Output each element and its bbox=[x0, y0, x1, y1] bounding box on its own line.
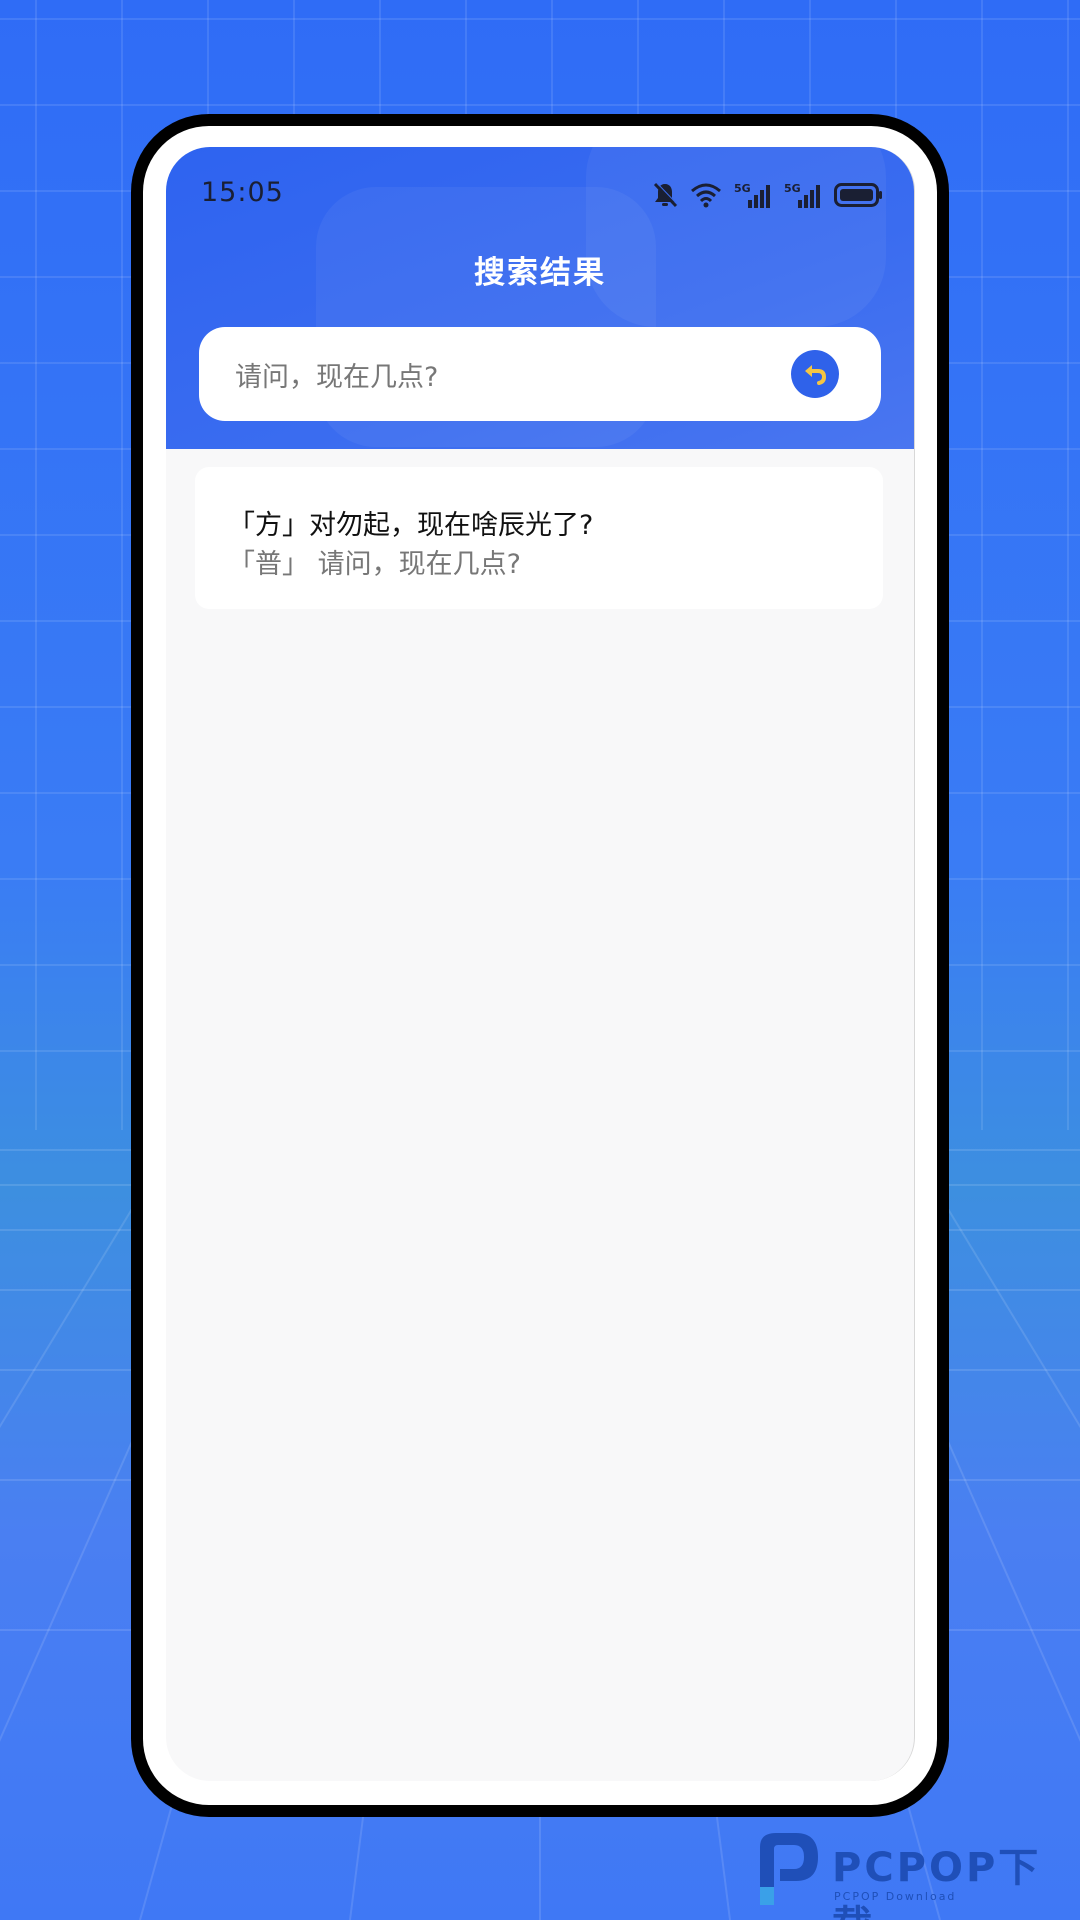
page-title: 搜索结果 bbox=[474, 255, 606, 291]
search-query[interactable]: 请问，现在几点? bbox=[235, 355, 438, 394]
battery-icon bbox=[834, 183, 882, 207]
mandarin-line: 「普」 请问，现在几点? bbox=[228, 549, 521, 580]
app-screen: 15:05 5G 5G 搜索结果 请问，现在几点? 「方」对勿起，现在啥辰光了?… bbox=[166, 147, 915, 1781]
back-arrow-icon bbox=[805, 365, 827, 385]
pcpop-logo-icon bbox=[760, 1833, 818, 1905]
signal-5g-icon: 5G bbox=[734, 182, 770, 208]
bell-off-icon bbox=[653, 182, 678, 208]
phone-frame: 15:05 5G 5G 搜索结果 请问，现在几点? 「方」对勿起，现在啥辰光了?… bbox=[131, 114, 949, 1817]
svg-text:5G: 5G bbox=[734, 182, 751, 195]
status-icons: 5G 5G bbox=[652, 181, 884, 209]
watermark: PCPOP下载 PCPOP Download bbox=[752, 1825, 1080, 1920]
status-time: 15:05 bbox=[201, 177, 284, 208]
promo-background: 15:05 5G 5G 搜索结果 请问，现在几点? 「方」对勿起，现在啥辰光了?… bbox=[0, 0, 1080, 1920]
signal-5g-icon: 5G bbox=[784, 182, 820, 208]
search-box[interactable]: 请问，现在几点? bbox=[199, 327, 881, 421]
header: 15:05 5G 5G 搜索结果 请问，现在几点? bbox=[166, 147, 914, 449]
watermark-subtitle: PCPOP Download bbox=[834, 1890, 957, 1903]
wifi-icon bbox=[691, 183, 721, 208]
svg-text:5G: 5G bbox=[784, 182, 801, 195]
result-card[interactable]: 「方」对勿起，现在啥辰光了? 「普」 请问，现在几点? bbox=[195, 467, 883, 609]
dialect-line: 「方」对勿起，现在啥辰光了? bbox=[228, 510, 594, 541]
back-button[interactable] bbox=[791, 350, 839, 398]
watermark-brand: PCPOP下载 bbox=[832, 1845, 1042, 1920]
status-bar: 15:05 5G 5G bbox=[166, 147, 914, 243]
